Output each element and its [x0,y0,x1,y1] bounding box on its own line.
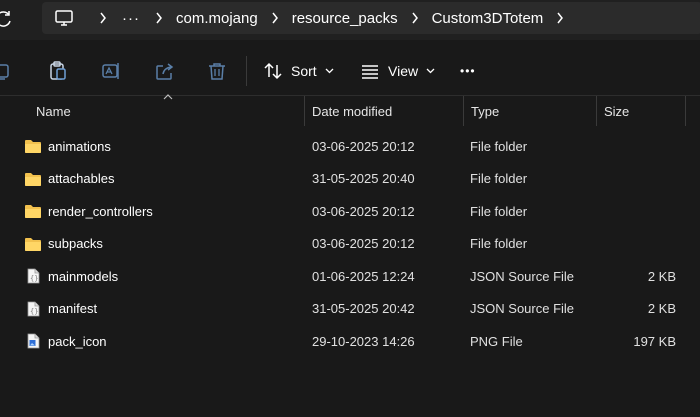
breadcrumb-custom3dtotem[interactable]: Custom3DTotem [432,10,544,27]
rename-icon[interactable] [100,60,122,82]
file-date-modified: 03-06-2025 20:12 [312,236,415,251]
file-name-cell[interactable]: animations [24,130,111,162]
breadcrumb-overflow[interactable]: ··· [120,10,142,27]
chevron-down-icon [325,68,334,74]
breadcrumb-com-mojang[interactable]: com.mojang [176,10,258,27]
sort-button[interactable]: Sort [263,59,334,83]
file-name: mainmodels [48,268,119,284]
file-type: File folder [470,138,528,154]
file-date-modified: 03-06-2025 20:12 [312,138,415,154]
png-file-icon [24,333,48,349]
file-size: 2 KB [647,301,676,316]
column-divider[interactable] [685,96,686,126]
share-icon[interactable] [154,60,176,82]
sort-icon [264,62,282,80]
address-bar[interactable]: ··· com.mojang resource_packs Custom3DTo… [42,2,700,34]
folder-icon [24,138,48,154]
file-date-modified: 31-05-2025 20:42 [312,301,415,316]
file-name: subpacks [48,236,103,251]
file-type: JSON Source File [470,268,575,284]
file-name-cell[interactable]: pack_icon [24,325,107,357]
file-row[interactable]: animations 03-06-2025 20:12 File folder [0,130,700,162]
header-name[interactable]: Name [28,96,304,126]
file-name: attachables [48,171,115,186]
this-pc-icon[interactable] [42,2,86,34]
file-name-cell[interactable]: attachables [24,163,115,195]
file-date-modified: 03-06-2025 20:12 [312,203,415,219]
command-bar: Sort View ••• [0,46,700,96]
file-row[interactable]: subpacks 03-06-2025 20:12 File folder [0,228,700,260]
file-name-cell[interactable]: render_controllers [24,195,153,227]
chevron-right-icon[interactable] [398,2,432,34]
column-headers: Name Date modified Type Size [0,96,700,126]
view-label: View [388,63,419,79]
chevron-right-icon[interactable] [142,2,176,34]
file-row[interactable]: {} mainmodels 01-06-2025 12:24 JSON Source … [0,260,700,292]
file-type: File folder [470,203,528,219]
file-name: render_controllers [48,203,153,219]
file-date-modified: 31-05-2025 20:40 [312,171,415,186]
breadcrumb-resource-packs[interactable]: resource_packs [292,10,398,27]
file-name-cell[interactable]: {} mainmodels [24,260,118,292]
file-row[interactable]: attachables 31-05-2025 20:40 File folder [0,163,700,195]
more-icon: ••• [460,64,476,78]
delete-icon[interactable] [206,60,228,82]
header-date-modified[interactable]: Date modified [304,96,462,126]
toolbar-divider [246,56,247,86]
refresh-icon[interactable] [0,9,14,29]
file-name: manifest [48,301,98,316]
file-date-modified: 01-06-2025 12:24 [312,268,415,284]
folder-icon [24,236,48,252]
file-type: File folder [470,171,528,186]
copy-icon[interactable] [0,60,14,82]
view-icon [362,65,378,79]
file-type: JSON Source File [470,301,575,316]
more-options-button[interactable]: ••• [460,59,476,83]
file-row[interactable]: pack_icon 29-10-2023 14:26 PNG File 197 KB [0,325,700,357]
folder-icon [24,171,48,187]
paste-icon[interactable] [47,60,69,82]
file-name-cell[interactable]: {} manifest [24,293,97,325]
view-button[interactable]: View [360,59,435,83]
json-file-icon: {} [24,268,48,284]
header-type[interactable]: Type [463,96,596,126]
chevron-down-icon [426,68,435,74]
file-name: animations [48,138,111,154]
file-size: 197 KB [633,333,676,349]
svg-text:{}: {} [30,307,38,315]
file-name: pack_icon [48,333,107,349]
chevron-right-icon[interactable] [543,2,577,34]
sort-label: Sort [291,63,317,79]
header-size[interactable]: Size [596,96,684,126]
json-file-icon: {} [24,301,48,317]
file-row[interactable]: {} manifest 31-05-2025 20:42 JSON Source Fi… [0,293,700,325]
chevron-right-icon[interactable] [86,2,120,34]
address-bar-row: ··· com.mojang resource_packs Custom3DTo… [0,0,700,40]
file-name-cell[interactable]: subpacks [24,228,103,260]
file-type: PNG File [470,333,523,349]
file-row[interactable]: render_controllers 03-06-2025 20:12 File f… [0,195,700,227]
file-type: File folder [470,236,528,251]
svg-text:{}: {} [30,275,38,283]
chevron-right-icon[interactable] [258,2,292,34]
file-size: 2 KB [647,268,676,284]
folder-icon [24,203,48,219]
file-date-modified: 29-10-2023 14:26 [312,333,415,349]
